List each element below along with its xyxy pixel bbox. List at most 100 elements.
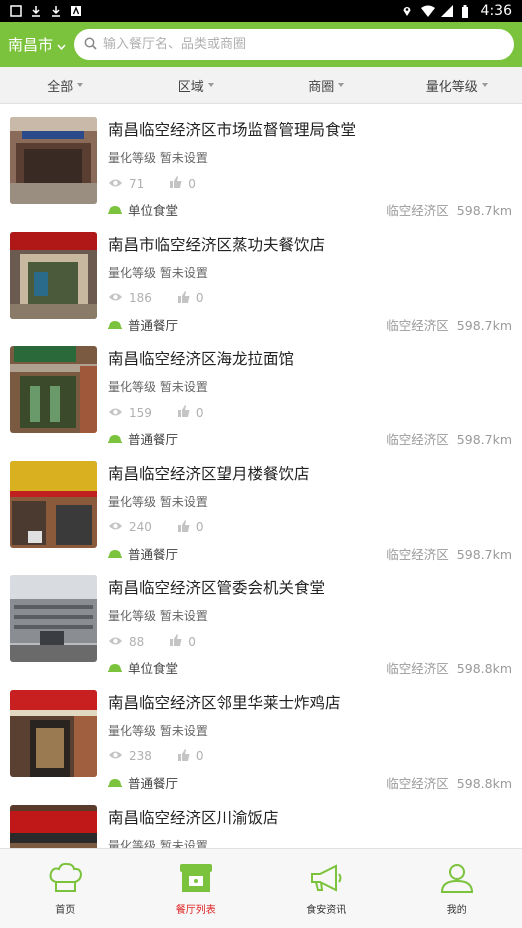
location-icon	[401, 5, 413, 17]
view-count: 186	[129, 291, 152, 306]
restaurant-list-item[interactable]: 南昌临空经济区川渝饭店 量化等级 暂未设置	[0, 792, 522, 848]
user-icon	[439, 862, 475, 897]
location-info: 临空经济区 598.7km	[386, 429, 512, 448]
filter-business-district[interactable]: 商圈	[261, 67, 392, 103]
grade-label: 量化等级	[108, 265, 157, 280]
restaurant-type: 普通餐厅	[108, 773, 178, 792]
cloche-icon	[108, 317, 122, 332]
location-info: 临空经济区 598.7km	[386, 315, 512, 334]
thumbs-up-icon	[177, 290, 190, 306]
distance-label: 598.7km	[456, 203, 512, 218]
district-label: 临空经济区	[386, 546, 449, 562]
like-count: 0	[188, 634, 196, 649]
search-icon	[84, 35, 97, 54]
restaurant-list-item[interactable]: 南昌临空经济区望月楼餐饮店 量化等级 暂未设置 240 0 普通餐厅 临空经济区…	[0, 448, 522, 563]
restaurant-name: 南昌临空经济区海龙拉面馆	[108, 350, 295, 369]
filter-all[interactable]: 全部	[0, 67, 131, 103]
restaurant-list-item[interactable]: 南昌临空经济区海龙拉面馆 量化等级 暂未设置 159 0 普通餐厅 临空经济区 5…	[0, 333, 522, 448]
eye-icon	[108, 520, 123, 534]
restaurant-list-item[interactable]: 南昌临空经济区市场监督管理局食堂 量化等级 暂未设置 71 0 单位食堂 临空经…	[0, 104, 522, 219]
location-info: 临空经济区 598.8km	[386, 658, 512, 677]
grade-label: 量化等级	[108, 151, 157, 165]
restaurant-photo	[10, 231, 97, 319]
grade-info: 量化等级 暂未设置	[108, 722, 208, 739]
restaurant-list-item[interactable]: 南昌临空经济区邻里华莱士炸鸡店 量化等级 暂未设置 238 0 普通餐厅 临空经…	[0, 677, 522, 792]
distance-label: 598.7km	[456, 546, 512, 562]
dropdown-caret-icon	[207, 83, 214, 87]
restaurant-type: 单位食堂	[108, 658, 178, 677]
like-count: 0	[195, 749, 204, 764]
tab-home[interactable]: 首页	[0, 849, 131, 928]
type-label: 普通餐厅	[128, 317, 179, 333]
search-input[interactable]	[103, 37, 483, 52]
city-label: 南昌市	[8, 36, 54, 54]
restaurant-list-item[interactable]: 南昌市临空经济区蒸功夫餐饮店 量化等级 暂未设置 186 0 普通餐厅 临空经济…	[0, 219, 522, 334]
restaurant-type: 普通餐厅	[108, 544, 178, 563]
restaurant-name: 南昌临空经济区市场监督管理局食堂	[108, 121, 357, 139]
image-notification-icon	[10, 5, 22, 17]
app-notification-icon	[70, 5, 82, 17]
restaurant-name: 南昌临空经济区管委会机关食堂	[108, 579, 326, 598]
restaurant-name: 南昌临空经济区川渝饭店	[108, 808, 279, 827]
restaurant-list: 南昌临空经济区市场监督管理局食堂 量化等级 暂未设置 71 0 单位食堂 临空经…	[0, 104, 522, 848]
dropdown-caret-icon	[77, 83, 84, 87]
filter-label: 量化等级	[425, 79, 478, 95]
type-label: 单位食堂	[128, 661, 179, 677]
grade-info: 量化等级 暂未设置	[108, 493, 208, 510]
grade-value: 暂未设置	[159, 609, 208, 624]
chevron-down-icon	[57, 36, 66, 54]
grade-info: 量化等级 暂未设置	[108, 607, 208, 624]
like-count: 0	[188, 176, 196, 191]
grade-value: 暂未设置	[159, 265, 208, 280]
restaurant-type: 普通餐厅	[108, 315, 178, 334]
distance-label: 598.8km	[456, 775, 512, 791]
restaurant-name: 南昌临空经济区望月楼餐饮店	[108, 464, 310, 483]
view-count: 240	[129, 520, 152, 535]
distance-label: 598.7km	[456, 432, 512, 448]
restaurant-list-item[interactable]: 南昌临空经济区管委会机关食堂 量化等级 暂未设置 88 0 单位食堂 临空经济区…	[0, 562, 522, 677]
cloche-icon	[108, 546, 122, 561]
district-label: 临空经济区	[386, 661, 449, 677]
tab-restaurant-list[interactable]: 餐厅列表	[131, 849, 262, 928]
view-count: 238	[129, 749, 152, 764]
search-box[interactable]	[74, 29, 514, 60]
restaurant-photo	[10, 689, 97, 777]
stats: 71 0	[108, 176, 196, 191]
like-count: 0	[195, 405, 204, 420]
location-info: 临空经济区 598.8km	[386, 773, 512, 792]
view-count: 159	[129, 405, 152, 420]
district-label: 临空经济区	[386, 775, 449, 791]
megaphone-icon	[308, 862, 344, 897]
type-label: 普通餐厅	[128, 775, 179, 791]
thumbs-up-icon	[177, 748, 190, 764]
grade-label: 量化等级	[108, 494, 157, 509]
tab-label: 餐厅列表	[175, 904, 216, 916]
filter-grade[interactable]: 量化等级	[392, 67, 522, 103]
tab-profile[interactable]: 我的	[392, 849, 522, 928]
filter-region[interactable]: 区域	[131, 67, 262, 103]
eye-icon	[108, 635, 123, 649]
eye-icon	[108, 749, 123, 763]
download-icon	[30, 5, 42, 17]
type-label: 普通餐厅	[128, 546, 179, 562]
tab-food-safety-news[interactable]: 食安资讯	[261, 849, 392, 928]
stats: 159 0	[108, 405, 204, 420]
cloche-icon	[108, 431, 122, 446]
filter-label: 商圈	[308, 79, 335, 95]
signal-icon	[440, 5, 453, 17]
status-bar: 4:36	[0, 0, 522, 22]
grade-info: 量化等级 暂未设置	[108, 264, 208, 281]
dropdown-caret-icon	[481, 83, 488, 87]
stats: 240 0	[108, 519, 204, 535]
stats: 88 0	[108, 634, 196, 649]
type-label: 普通餐厅	[128, 432, 179, 448]
restaurant-type: 单位食堂	[108, 200, 178, 219]
city-selector[interactable]: 南昌市	[8, 34, 70, 55]
grade-value: 暂未设置	[159, 151, 208, 165]
distance-label: 598.7km	[456, 317, 512, 333]
filter-label: 全部	[47, 79, 74, 95]
tab-label: 食安资讯	[306, 904, 347, 916]
grade-label: 量化等级	[108, 723, 157, 738]
distance-label: 598.8km	[456, 661, 512, 677]
grade-value: 暂未设置	[159, 380, 208, 395]
